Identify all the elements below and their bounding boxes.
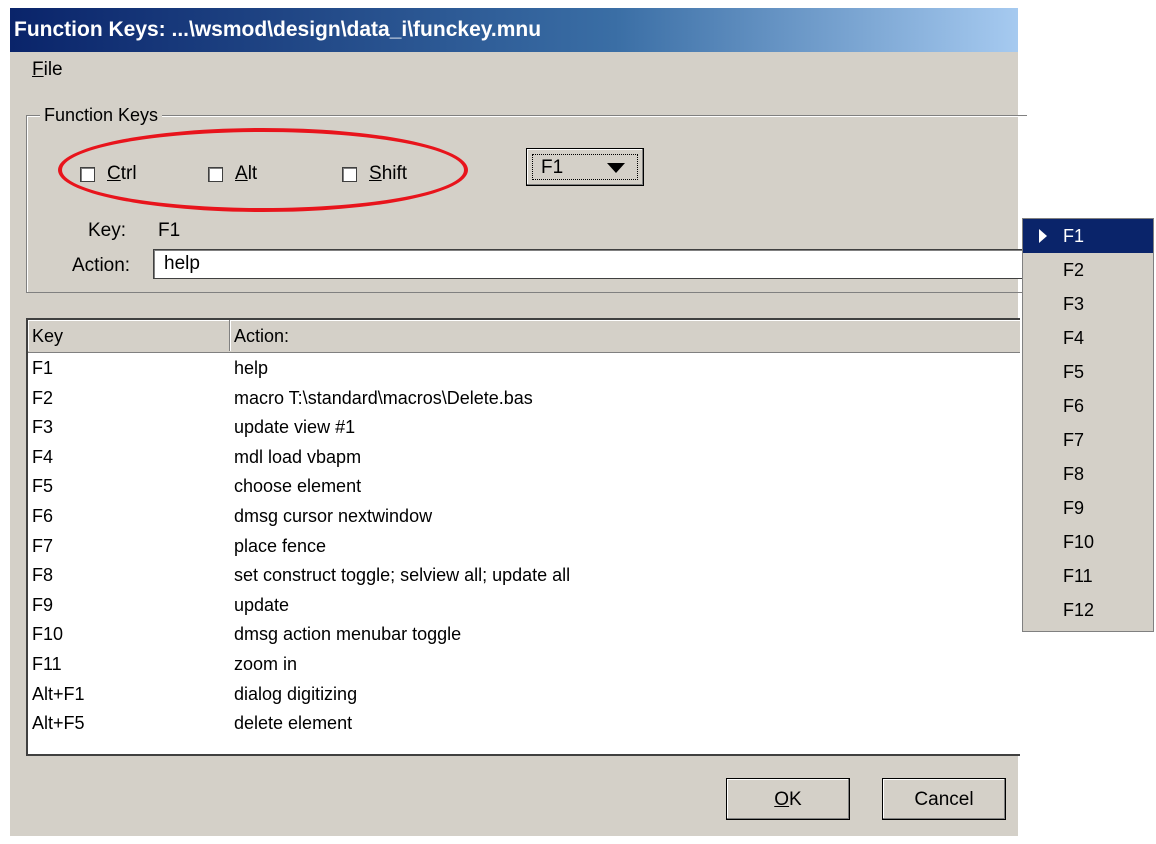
row-action: update bbox=[234, 594, 290, 615]
row-key: Alt+F5 bbox=[32, 713, 85, 734]
key-value: F1 bbox=[158, 220, 181, 241]
dropdown-option-f9[interactable]: F9 bbox=[1023, 491, 1153, 525]
dropdown-option-label: F3 bbox=[1063, 294, 1085, 314]
row-action: dmsg cursor nextwindow bbox=[234, 505, 433, 526]
table-row[interactable]: F11 zoom in bbox=[28, 650, 1018, 680]
row-action: update view #1 bbox=[234, 417, 356, 438]
column-header-action[interactable]: Action: bbox=[230, 320, 1020, 351]
row-key: F2 bbox=[32, 387, 54, 408]
chevron-down-icon[interactable] bbox=[607, 163, 625, 173]
row-key: Alt+F1 bbox=[32, 683, 85, 704]
dropdown-option-label: F12 bbox=[1063, 600, 1095, 620]
dropdown-option-f1[interactable]: F1 bbox=[1023, 219, 1153, 253]
annotation-oval bbox=[58, 128, 468, 212]
dropdown-option-f7[interactable]: F7 bbox=[1023, 423, 1153, 457]
group-label: Function Keys bbox=[40, 105, 163, 125]
table-row[interactable]: Alt+F1 dialog digitizing bbox=[28, 680, 1018, 710]
function-key-list[interactable]: Key Action: F1 help F2 macro T:\standard\ma… bbox=[26, 318, 1020, 756]
row-key: F3 bbox=[32, 417, 54, 438]
row-action: choose element bbox=[234, 476, 362, 497]
row-key: F1 bbox=[32, 358, 54, 378]
row-key: F7 bbox=[32, 535, 54, 556]
dropdown-option-f6[interactable]: F6 bbox=[1023, 389, 1153, 423]
key-select-value: F1 bbox=[541, 157, 564, 178]
action-label: Action: bbox=[72, 255, 131, 276]
list-rows: F1 help F2 macro T:\standard\macros\Delete.… bbox=[28, 354, 1018, 739]
dropdown-option-label: F2 bbox=[1063, 260, 1085, 280]
ok-button[interactable]: OK bbox=[726, 778, 850, 820]
dropdown-option-label: F4 bbox=[1063, 328, 1085, 348]
row-action: help bbox=[234, 358, 269, 378]
dropdown-option-f11[interactable]: F11 bbox=[1023, 559, 1153, 593]
dropdown-option-label: F1 bbox=[1063, 226, 1085, 246]
dropdown-option-f10[interactable]: F10 bbox=[1023, 525, 1153, 559]
dropdown-option-label: F9 bbox=[1063, 498, 1085, 518]
cancel-button[interactable]: Cancel bbox=[882, 778, 1006, 820]
table-row[interactable]: F5 choose element bbox=[28, 472, 1018, 502]
table-row[interactable]: F3 update view #1 bbox=[28, 413, 1018, 443]
table-row[interactable]: F6 dmsg cursor nextwindow bbox=[28, 502, 1018, 532]
table-row[interactable]: Alt+F5 delete element bbox=[28, 709, 1018, 739]
menu-bar: File bbox=[10, 52, 1018, 88]
row-key: F11 bbox=[32, 653, 62, 674]
menu-file[interactable]: File bbox=[32, 52, 63, 88]
dropdown-option-label: F7 bbox=[1063, 430, 1085, 450]
dropdown-option-f2[interactable]: F2 bbox=[1023, 253, 1153, 287]
dropdown-option-label: F10 bbox=[1063, 532, 1095, 552]
dropdown-option-f12[interactable]: F12 bbox=[1023, 593, 1153, 627]
action-input[interactable] bbox=[153, 249, 1023, 279]
row-action: dmsg action menubar toggle bbox=[234, 624, 462, 645]
column-header-key[interactable]: Key bbox=[28, 320, 230, 351]
row-action: mdl load vbapm bbox=[234, 446, 362, 467]
table-row[interactable]: F1 help bbox=[28, 354, 1018, 384]
table-row[interactable]: F7 place fence bbox=[28, 532, 1018, 562]
row-action: delete element bbox=[234, 713, 353, 734]
dropdown-option-label: F8 bbox=[1063, 464, 1085, 484]
list-header: Key Action: bbox=[28, 320, 1020, 353]
row-action: macro T:\standard\macros\Delete.bas bbox=[234, 387, 533, 408]
table-row[interactable]: F10 dmsg action menubar toggle bbox=[28, 620, 1018, 650]
row-action: zoom in bbox=[234, 653, 298, 674]
key-select[interactable]: F1 bbox=[526, 148, 644, 186]
row-key: F9 bbox=[32, 594, 54, 615]
table-row[interactable]: F8 set construct toggle; selview all; upd… bbox=[28, 561, 1018, 591]
table-row[interactable]: F2 macro T:\standard\macros\Delete.bas bbox=[28, 384, 1018, 414]
row-key: F6 bbox=[32, 505, 54, 526]
row-action: set construct toggle; selview all; updat… bbox=[234, 565, 571, 586]
table-row[interactable]: F4 mdl load vbapm bbox=[28, 443, 1018, 473]
table-row[interactable]: F9 update bbox=[28, 591, 1018, 621]
key-label: Key: bbox=[88, 220, 127, 241]
selection-arrow-icon bbox=[1039, 229, 1047, 243]
row-key: F4 bbox=[32, 446, 54, 467]
dropdown-option-label: F5 bbox=[1063, 362, 1085, 382]
window-title: Function Keys: ...\wsmod\design\data_i\f… bbox=[10, 8, 1018, 52]
row-key: F10 bbox=[32, 624, 64, 645]
dropdown-option-f5[interactable]: F5 bbox=[1023, 355, 1153, 389]
row-key: F8 bbox=[32, 565, 54, 586]
key-dropdown-list[interactable]: F1 F2 F3 F4 F5 F6 F7 F8 F9 F10 F11 F12 bbox=[1022, 218, 1154, 632]
row-key: F5 bbox=[32, 476, 54, 497]
dropdown-option-f4[interactable]: F4 bbox=[1023, 321, 1153, 355]
row-action: place fence bbox=[234, 535, 327, 556]
dropdown-option-label: F6 bbox=[1063, 396, 1085, 416]
row-action: dialog digitizing bbox=[234, 683, 358, 704]
dropdown-option-f8[interactable]: F8 bbox=[1023, 457, 1153, 491]
function-keys-dialog: Function Keys: ...\wsmod\design\data_i\f… bbox=[10, 8, 1027, 836]
dropdown-option-f3[interactable]: F3 bbox=[1023, 287, 1153, 321]
dropdown-option-label: F11 bbox=[1063, 566, 1093, 586]
